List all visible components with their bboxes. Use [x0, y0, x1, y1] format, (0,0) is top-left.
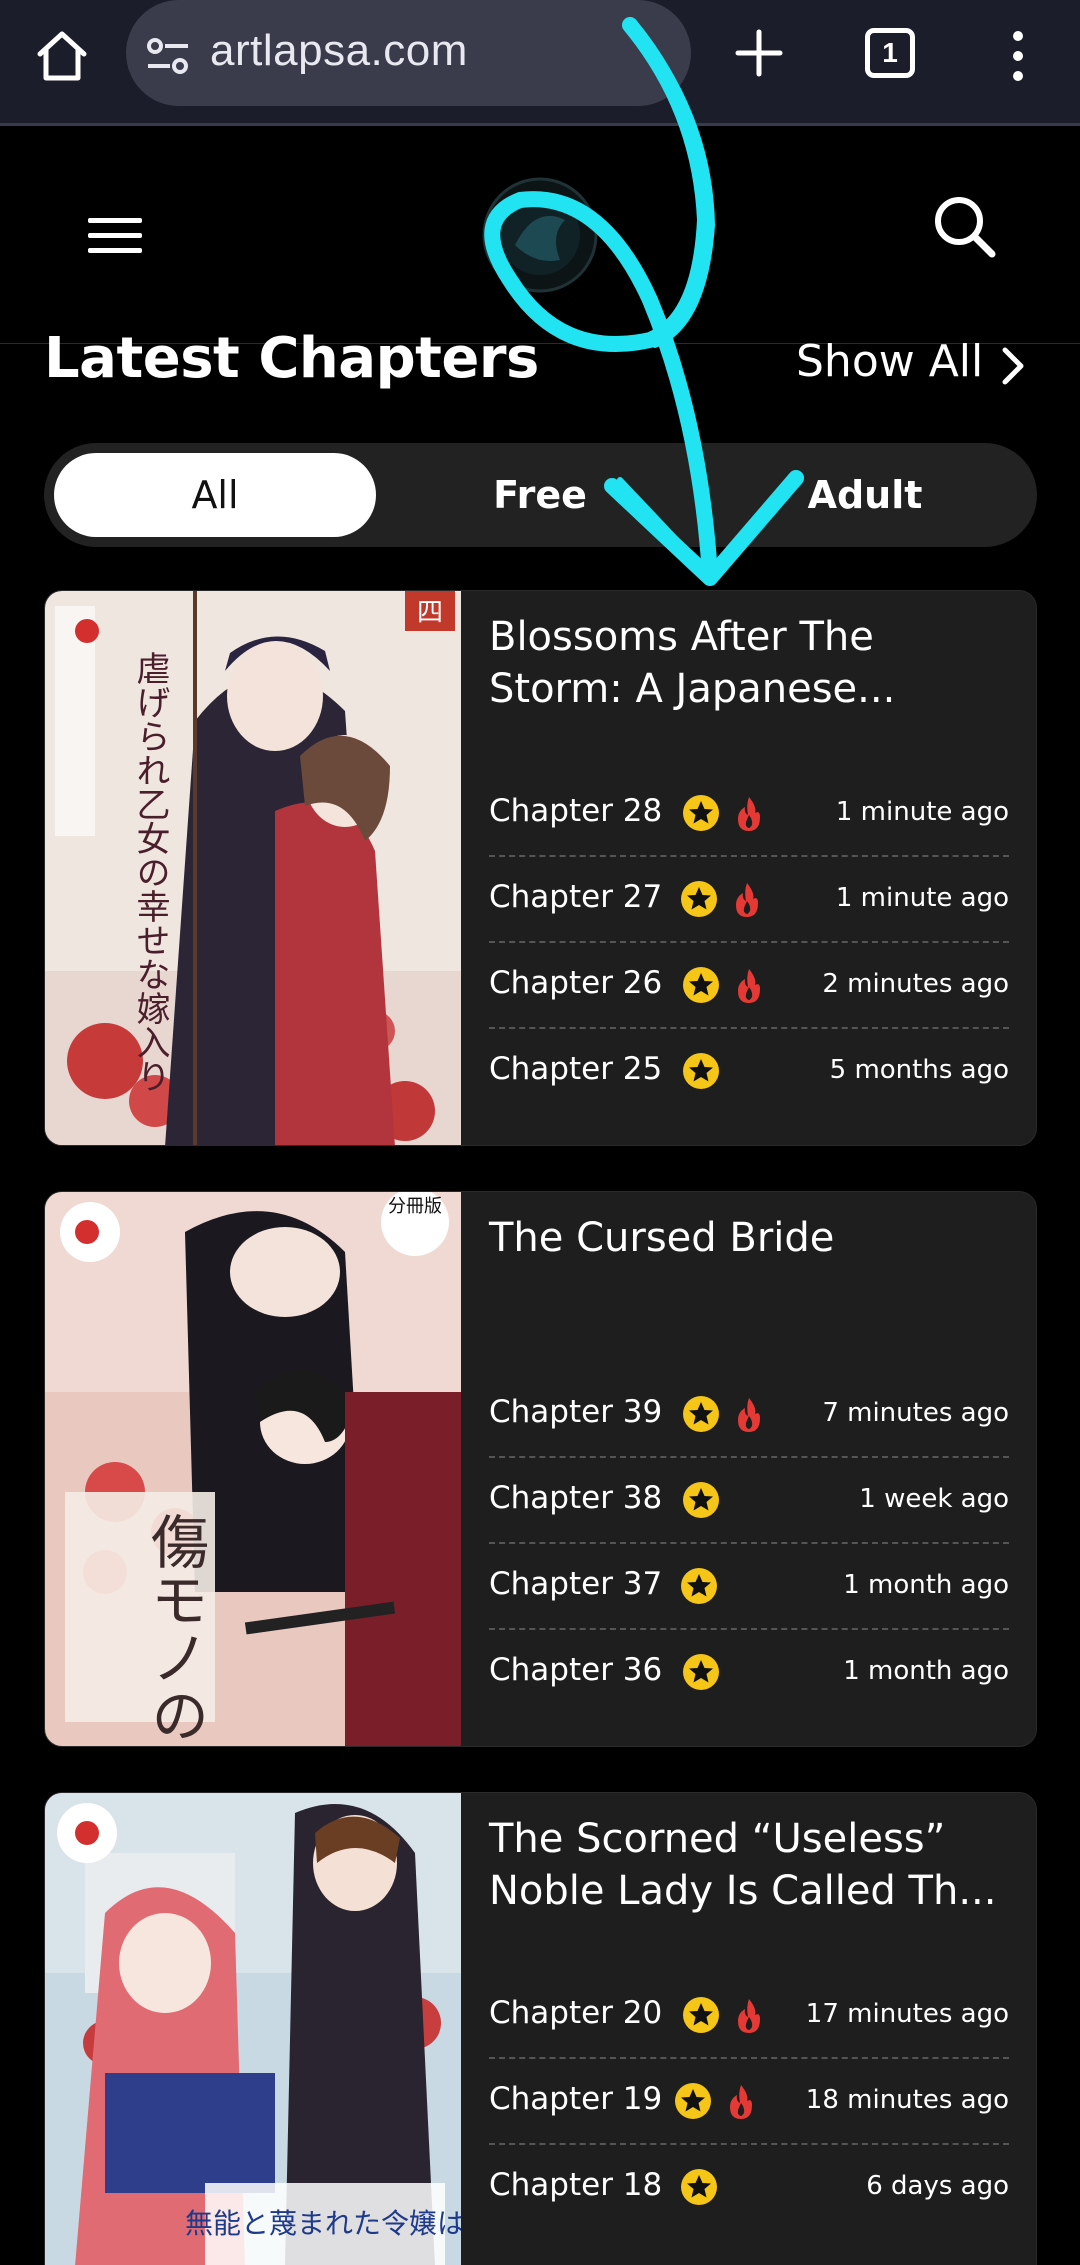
star-icon: [681, 2169, 717, 2205]
manga-title-line1[interactable]: The Cursed Bride: [489, 1212, 1009, 1264]
new-tab-icon[interactable]: [735, 28, 783, 78]
star-icon: [683, 795, 719, 831]
chapter-time: 6 days ago: [866, 2171, 1009, 2201]
chapter-label[interactable]: Chapter 38: [489, 1480, 662, 1516]
chapter-time: 1 month ago: [843, 1570, 1009, 1600]
fire-icon: [738, 797, 760, 831]
chevron-right-icon[interactable]: [1000, 346, 1026, 386]
star-icon: [683, 1053, 719, 1089]
star-icon: [675, 2083, 711, 2119]
tab-switcher-button[interactable]: 1: [865, 28, 915, 78]
fire-icon: [738, 1999, 760, 2033]
cover-title-text: 傷モノの花嫁: [141, 1512, 209, 1747]
filter-tabs: All Free Adult: [44, 443, 1037, 547]
manga-card[interactable]: 四 虐げられ乙女の幸せな嫁入り Blossoms After The Storm…: [44, 590, 1037, 1146]
manga-title[interactable]: The Cursed Bride: [489, 1212, 1009, 1264]
fire-icon: [730, 2085, 752, 2119]
cover-badge-text: 分冊版: [388, 1196, 442, 1217]
chapter-row[interactable]: Chapter 18 6 days ago: [489, 2145, 1009, 2231]
filter-tab-adult[interactable]: Adult: [704, 453, 1026, 537]
chapter-row[interactable]: Chapter 26 2 minutes ago: [489, 943, 1009, 1029]
chapter-label[interactable]: Chapter 39: [489, 1394, 662, 1430]
chapter-time: 2 minutes ago: [822, 969, 1009, 999]
cover-image[interactable]: 無能と蔑まれた令嬢は: [45, 1793, 461, 2265]
chapter-time: 17 minutes ago: [805, 1999, 1009, 2029]
star-icon: [683, 1997, 719, 2033]
chapter-label[interactable]: Chapter 37: [489, 1566, 662, 1602]
star-icon: [683, 967, 719, 1003]
chapter-time: 1 week ago: [859, 1484, 1009, 1514]
chapter-label[interactable]: Chapter 19: [489, 2081, 662, 2117]
chapter-row[interactable]: Chapter 25 5 months ago: [489, 1029, 1009, 1115]
chapter-time: 1 minute ago: [835, 797, 1009, 827]
cover-image[interactable]: 四 虐げられ乙女の幸せな嫁入り: [45, 591, 461, 1146]
star-icon: [683, 1396, 719, 1432]
chapter-time: 7 minutes ago: [822, 1398, 1009, 1428]
fire-icon: [736, 883, 758, 917]
url-text[interactable]: artlapsa.com: [210, 26, 468, 76]
star-icon: [681, 881, 717, 917]
cover-title-text: 虐げられ乙女の幸せな嫁入り: [130, 651, 170, 1093]
site-logo[interactable]: [480, 175, 600, 295]
star-icon: [681, 1568, 717, 1604]
chapter-time: 1 minute ago: [835, 883, 1009, 913]
search-icon[interactable]: [932, 194, 996, 258]
chapter-time: 5 months ago: [829, 1055, 1009, 1085]
cover-title-text: 無能と蔑まれた令嬢は: [185, 2207, 461, 2240]
site-settings-icon[interactable]: [146, 36, 190, 76]
hamburger-menu-icon[interactable]: [88, 218, 142, 254]
chapter-row[interactable]: Chapter 28 1 minute ago: [489, 771, 1009, 857]
home-icon[interactable]: [34, 28, 90, 84]
chapter-label[interactable]: Chapter 18: [489, 2167, 662, 2203]
chapter-label[interactable]: Chapter 36: [489, 1652, 662, 1688]
more-menu-icon[interactable]: [1000, 28, 1036, 84]
chapter-label[interactable]: Chapter 28: [489, 793, 662, 829]
section-title: Latest Chapters: [44, 326, 539, 391]
filter-tab-free[interactable]: Free: [379, 453, 701, 537]
cover-volume-number: 四: [417, 598, 443, 628]
filter-tab-all[interactable]: All: [54, 453, 376, 537]
chapter-row[interactable]: Chapter 20 17 minutes ago: [489, 1973, 1009, 2059]
chapter-row[interactable]: Chapter 38 1 week ago: [489, 1458, 1009, 1544]
chapter-label[interactable]: Chapter 26: [489, 965, 662, 1001]
chapter-label[interactable]: Chapter 25: [489, 1051, 662, 1087]
star-icon: [683, 1654, 719, 1690]
chapter-row[interactable]: Chapter 37 1 month ago: [489, 1544, 1009, 1630]
star-icon: [683, 1482, 719, 1518]
fire-icon: [738, 1398, 760, 1432]
manga-card[interactable]: 分冊版 傷モノの花嫁 The Cursed Bride Chapter 39 7…: [44, 1191, 1037, 1747]
manga-title-line1[interactable]: Blossoms After The: [489, 611, 1009, 663]
cover-image[interactable]: 分冊版 傷モノの花嫁: [45, 1192, 461, 1747]
show-all-link[interactable]: Show All: [796, 336, 983, 387]
manga-title-line2[interactable]: Noble Lady Is Called Th...: [489, 1865, 1009, 1917]
chapter-row[interactable]: Chapter 36 1 month ago: [489, 1630, 1009, 1716]
manga-title[interactable]: The Scorned “Useless” Noble Lady Is Call…: [489, 1813, 1009, 1917]
manga-title-line1[interactable]: The Scorned “Useless”: [489, 1813, 1009, 1865]
manga-title-line2[interactable]: Storm: A Japanese...: [489, 663, 1009, 715]
chapter-time: 1 month ago: [843, 1656, 1009, 1686]
chapter-label[interactable]: Chapter 20: [489, 1995, 662, 2031]
chapter-row[interactable]: Chapter 19 18 minutes ago: [489, 2059, 1009, 2145]
manga-title[interactable]: Blossoms After The Storm: A Japanese...: [489, 611, 1009, 715]
manga-card[interactable]: 無能と蔑まれた令嬢は The Scorned “Useless” Noble L…: [44, 1792, 1037, 2265]
chapter-row[interactable]: Chapter 39 7 minutes ago: [489, 1372, 1009, 1458]
chapter-row[interactable]: Chapter 27 1 minute ago: [489, 857, 1009, 943]
fire-icon: [738, 969, 760, 1003]
chapter-label[interactable]: Chapter 27: [489, 879, 662, 915]
chapter-time: 18 minutes ago: [805, 2085, 1009, 2115]
browser-toolbar: artlapsa.com 1: [0, 0, 1080, 126]
